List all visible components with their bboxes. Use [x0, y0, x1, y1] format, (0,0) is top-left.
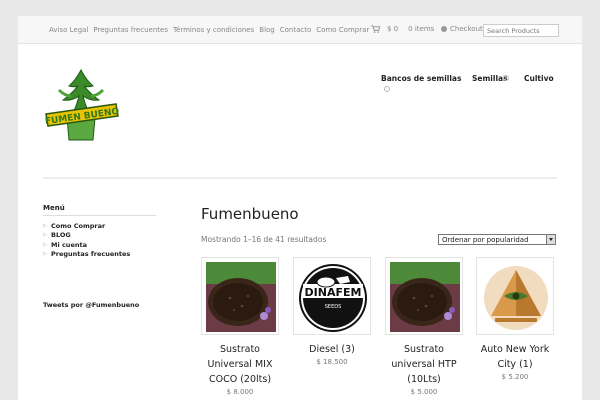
product-card[interactable]: Auto New York City (1) $ 5.200 — [476, 257, 554, 381]
sidebar-item-faq[interactable]: ▷ Preguntas frecuentes — [43, 250, 130, 260]
page-wrapper: Aviso Legal Preguntas frecuentes Término… — [18, 16, 582, 400]
sidebar-item-label: Como Comprar — [51, 221, 106, 230]
top-link-aviso-legal[interactable]: Aviso Legal — [49, 26, 88, 34]
chevron-right-icon: ▷ — [43, 251, 47, 258]
site-logo[interactable]: FUMEN BUENO — [43, 68, 119, 146]
chevron-right-icon: ▷ — [43, 241, 47, 248]
sidebar-divider — [43, 215, 156, 216]
product-price: $ 8.000 — [226, 388, 254, 396]
chevron-right-icon: ▷ — [43, 222, 47, 229]
pyramid-seeds-logo — [477, 258, 553, 334]
product-price: $ 5.200 — [501, 373, 529, 381]
checkout-icon — [441, 26, 447, 32]
cart-amount: $ 0 — [387, 25, 399, 33]
top-link-como-comprar[interactable]: Como Comprar — [316, 26, 369, 34]
sidebar-item-como-comprar[interactable]: ▷ Como Comprar — [43, 221, 130, 231]
product-card[interactable]: Sustrato universal HTP (10Lts) $ 5.000 — [385, 257, 463, 396]
nav-bancos-de-semillas[interactable]: Bancos de semillas — [381, 74, 461, 83]
sidebar-item-blog[interactable]: ▷ BLOG — [43, 231, 130, 241]
svg-text:SEEDS: SEEDS — [325, 304, 342, 310]
product-card[interactable]: DINAFEM SEEDS Diesel (3) $ 18.500 — [293, 257, 371, 366]
top-link-contacto[interactable]: Contacto — [280, 26, 312, 34]
sidebar-item-label: Preguntas frecuentes — [51, 250, 131, 259]
product-name[interactable]: Auto New York City (1) — [476, 342, 554, 372]
search-input[interactable] — [483, 24, 559, 37]
product-image-soil[interactable] — [201, 257, 279, 335]
cart-items: 0 items — [408, 25, 435, 33]
product-name[interactable]: Diesel (3) — [293, 342, 371, 357]
dinafem-logo: DINAFEM SEEDS — [294, 258, 370, 334]
product-image-soil[interactable] — [385, 257, 463, 335]
product-image-pyramid-seeds[interactable] — [476, 257, 554, 335]
product-price: $ 5.000 — [410, 388, 438, 396]
nav-label: Bancos de semillas — [381, 74, 462, 83]
svg-text:DINAFEM: DINAFEM — [305, 286, 362, 299]
nav-submenu-indicator-icon — [384, 86, 390, 92]
soil-image — [202, 258, 278, 334]
result-count: Mostrando 1–16 de 41 resultados — [201, 235, 327, 244]
top-link-faq[interactable]: Preguntas frecuentes — [93, 26, 168, 34]
product-price: $ 18.500 — [316, 358, 348, 366]
checkout-label: Checkout — [450, 25, 483, 33]
sidebar-item-mi-cuenta[interactable]: ▷ Mi cuenta — [43, 240, 130, 250]
sidebar-menu-title: Menú — [43, 204, 65, 212]
sort-selected-value: Ordenar por popularidad — [442, 236, 529, 244]
product-card[interactable]: Sustrato Universal MIX COCO (20lts) $ 8.… — [201, 257, 279, 396]
sort-select[interactable]: Ordenar por popularidad — [438, 234, 556, 245]
product-name[interactable]: Sustrato Universal MIX COCO (20lts) — [201, 342, 279, 387]
soil-image — [386, 258, 462, 334]
nav-cultivo[interactable]: Cultivo — [524, 74, 554, 83]
top-link-blog[interactable]: Blog — [259, 26, 274, 34]
chevron-right-icon: ▷ — [43, 232, 47, 239]
nav-label: Cultivo — [524, 74, 554, 83]
nav-submenu-indicator-icon — [503, 75, 509, 81]
sidebar-item-label: Mi cuenta — [51, 240, 87, 249]
cart-summary[interactable]: $ 0 0 items — [371, 25, 434, 33]
sidebar-item-label: BLOG — [51, 231, 71, 240]
page-title: Fumenbueno — [201, 205, 299, 223]
top-bar: Aviso Legal Preguntas frecuentes Término… — [18, 16, 582, 44]
product-name[interactable]: Sustrato universal HTP (10Lts) — [385, 342, 463, 387]
top-nav: Aviso Legal Preguntas frecuentes Término… — [49, 26, 374, 34]
dropdown-arrow-icon — [546, 235, 555, 244]
product-image-dinafem[interactable]: DINAFEM SEEDS — [293, 257, 371, 335]
checkout-link[interactable]: Checkout — [441, 25, 483, 33]
header-divider — [43, 177, 557, 179]
sidebar-menu: ▷ Como Comprar ▷ BLOG ▷ Mi cuenta ▷ Preg… — [43, 221, 130, 259]
top-link-terms[interactable]: Términos y condiciones — [173, 26, 254, 34]
tweets-title[interactable]: Tweets por @Fumenbueno — [43, 301, 139, 309]
cart-icon — [371, 25, 380, 33]
